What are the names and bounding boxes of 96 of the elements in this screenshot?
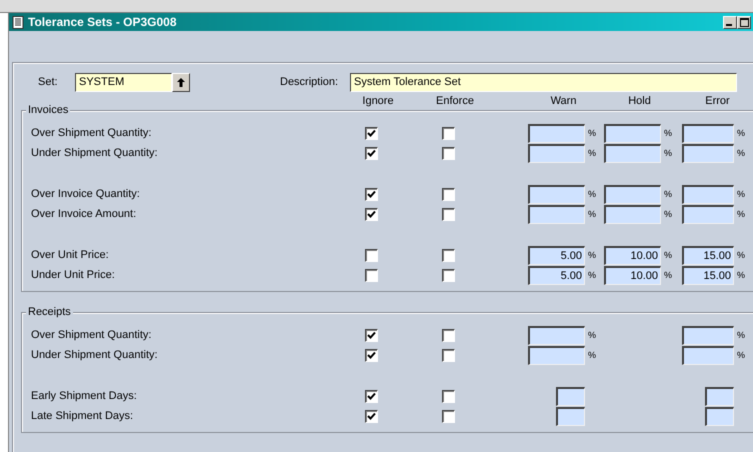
row-label: Over Unit Price:	[31, 249, 110, 261]
tolerance-field[interactable]: 15.00	[682, 266, 734, 284]
maximize-button[interactable]	[737, 16, 751, 28]
set-field[interactable]: SYSTEM	[75, 72, 172, 92]
checkbox[interactable]	[442, 188, 454, 200]
tolerance-field[interactable]	[528, 326, 585, 344]
percent-unit: %	[664, 189, 672, 199]
window-title: Tolerance Sets - OP3G008	[28, 15, 178, 29]
document-icon	[12, 16, 24, 28]
tolerance-field[interactable]	[604, 204, 661, 224]
tolerance-field[interactable]	[604, 144, 661, 162]
percent-unit: %	[737, 270, 746, 280]
percent-unit: %	[664, 270, 672, 280]
row-label: Over Invoice Amount:	[31, 208, 138, 220]
column-header: Enforce	[436, 95, 474, 107]
tolerance-field[interactable]	[528, 346, 585, 364]
section-title: Receipts	[26, 306, 73, 318]
tolerance-field[interactable]	[705, 386, 734, 406]
checkbox[interactable]	[442, 126, 454, 140]
checkbox[interactable]	[364, 410, 378, 422]
checkbox[interactable]	[364, 248, 378, 262]
tolerance-field[interactable]: 10.00	[604, 246, 661, 264]
tolerance-field[interactable]	[682, 204, 734, 224]
tolerance-field[interactable]	[604, 184, 661, 204]
section-title: Invoices	[26, 104, 70, 116]
percent-unit: %	[588, 209, 596, 219]
checkbox[interactable]	[442, 410, 454, 422]
checkbox[interactable]	[442, 248, 454, 262]
percent-unit: %	[737, 128, 746, 138]
tolerance-field[interactable]	[682, 184, 734, 204]
lookup-button[interactable]	[172, 72, 190, 92]
percent-unit: %	[737, 350, 746, 360]
row-label: Under Shipment Quantity:	[31, 147, 159, 159]
checkbox[interactable]	[364, 328, 378, 342]
percent-unit: %	[737, 209, 746, 219]
minimize-button[interactable]	[723, 16, 737, 28]
checkbox[interactable]	[364, 188, 378, 200]
tolerance-field[interactable]	[682, 144, 734, 162]
checkbox[interactable]	[364, 208, 378, 220]
description-label: Description:	[280, 76, 340, 88]
tolerance-field[interactable]	[528, 124, 585, 142]
tolerance-field[interactable]: 5.00	[528, 266, 585, 284]
percent-unit: %	[588, 189, 596, 199]
row-label: Over Shipment Quantity:	[31, 127, 152, 139]
tolerance-field[interactable]	[682, 346, 734, 364]
percent-unit: %	[664, 148, 672, 158]
tolerance-field[interactable]	[556, 406, 585, 426]
checkbox[interactable]	[442, 146, 454, 160]
percent-unit: %	[588, 148, 596, 158]
percent-unit: %	[588, 270, 596, 280]
description-field[interactable]: System Tolerance Set	[350, 72, 737, 92]
checkbox[interactable]	[442, 348, 454, 362]
column-header: Error	[704, 95, 731, 107]
percent-unit: %	[737, 148, 746, 158]
checkbox[interactable]	[364, 126, 378, 140]
checkbox[interactable]	[442, 390, 454, 402]
tolerance-field[interactable]	[528, 184, 585, 204]
tolerance-field[interactable]	[528, 144, 585, 162]
percent-unit: %	[737, 189, 746, 199]
percent-unit: %	[664, 250, 672, 260]
set-label: Set:	[38, 76, 59, 88]
percent-unit: %	[664, 209, 672, 219]
column-header: Ignore	[362, 95, 394, 107]
percent-unit: %	[664, 128, 672, 138]
percent-unit: %	[588, 250, 596, 260]
checkbox[interactable]	[364, 348, 378, 362]
tolerance-field[interactable]	[556, 386, 585, 406]
tolerance-field[interactable]	[682, 124, 734, 142]
row-label: Under Shipment Quantity:	[31, 349, 159, 361]
checkbox[interactable]	[442, 208, 454, 220]
tolerance-field[interactable]	[682, 326, 734, 344]
column-header: Hold	[627, 95, 652, 107]
up-arrow-icon	[177, 78, 185, 86]
percent-unit: %	[737, 330, 746, 340]
row-label: Early Shipment Days:	[31, 390, 138, 402]
tolerance-field[interactable]	[604, 124, 661, 142]
checkbox[interactable]	[364, 268, 378, 282]
tolerance-field[interactable]: 10.00	[604, 266, 661, 284]
row-label: Over Shipment Quantity:	[31, 329, 152, 341]
tolerance-field[interactable]: 5.00	[528, 246, 585, 264]
tolerance-field[interactable]	[705, 406, 734, 426]
maximize-icon	[740, 18, 748, 26]
column-header: Warn	[550, 95, 578, 107]
percent-unit: %	[588, 350, 596, 360]
percent-unit: %	[588, 128, 596, 138]
row-label: Late Shipment Days:	[31, 410, 134, 422]
tolerance-field[interactable]	[528, 204, 585, 224]
checkbox[interactable]	[364, 146, 378, 160]
percent-unit: %	[737, 250, 746, 260]
checkbox[interactable]	[442, 328, 454, 342]
checkbox[interactable]	[364, 390, 378, 402]
tolerance-field[interactable]: 15.00	[682, 246, 734, 264]
row-label: Over Invoice Quantity:	[31, 188, 141, 200]
row-label: Under Unit Price:	[31, 269, 116, 281]
percent-unit: %	[588, 330, 596, 340]
checkbox[interactable]	[442, 268, 454, 282]
